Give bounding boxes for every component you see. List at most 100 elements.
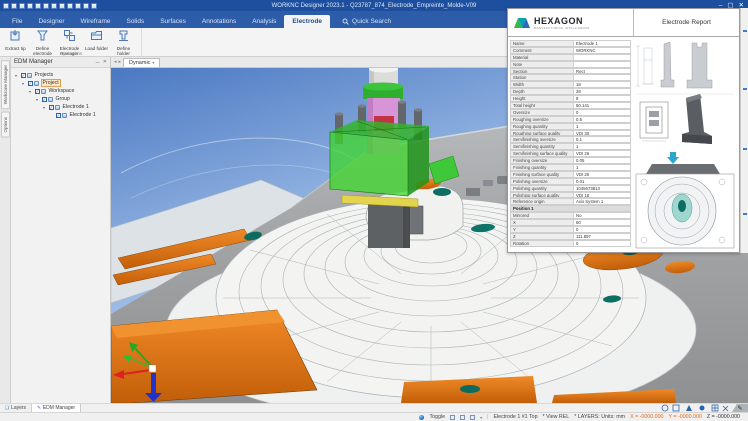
report-row: Y0 <box>510 226 631 233</box>
tree-item-label: Group <box>55 96 71 102</box>
load-folder-button[interactable]: Load folder <box>83 28 110 51</box>
save-icon[interactable] <box>3 3 9 9</box>
snap-axis-icon[interactable] <box>470 415 475 420</box>
tree-expander-icon[interactable]: ▾ <box>22 81 26 86</box>
tree-checkbox[interactable]: ✓ <box>35 89 40 94</box>
tree-expander-icon[interactable]: ▾ <box>15 73 19 78</box>
tree-expander-icon[interactable]: ▾ <box>36 97 40 102</box>
define-electrode-button[interactable]: Define electrode <box>29 28 56 51</box>
tree-item-electrode-1-5[interactable]: ✓Electrode 1 <box>13 111 110 119</box>
report-row-value <box>574 61 631 68</box>
report-row: Finishing surface qualityVDI 20 <box>510 171 631 178</box>
report-row: Z111.897 <box>510 233 631 240</box>
teal-feature[interactable] <box>460 385 480 393</box>
tree-checkbox[interactable]: ✓ <box>21 73 26 78</box>
quick-search-label: Quick Search <box>352 18 391 25</box>
report-row-value: 28 <box>574 88 631 95</box>
report-row-label: Comment <box>510 47 574 54</box>
tab-scroll-left-icon[interactable]: ◂ <box>114 59 117 65</box>
tree-item-electrode-1-4[interactable]: ▾✓Electrode 1 <box>13 103 110 111</box>
tab-annotations[interactable]: Annotations <box>194 15 244 28</box>
report-row-label: Rotation <box>510 240 574 247</box>
sketch-pencil-icon[interactable]: ✎ <box>732 404 748 412</box>
viewport-tab-dynamic[interactable]: Dynamic ▾ <box>123 58 160 67</box>
tree-checkbox[interactable]: ✓ <box>49 105 54 110</box>
search-icon <box>342 18 349 25</box>
view-icon[interactable] <box>75 3 81 9</box>
report-row-value: 111.897 <box>574 233 631 240</box>
bottom-tab-edm-manager[interactable]: ✎EDM Manager <box>32 404 81 412</box>
report-scrollbar[interactable] <box>740 8 748 253</box>
bottom-tab-label: EDM Manager <box>43 405 75 411</box>
tab-electrode[interactable]: Electrode <box>284 15 330 28</box>
new-icon[interactable] <box>27 3 33 9</box>
define-holder-button[interactable]: Define holder <box>110 28 137 51</box>
chevron-down-icon[interactable]: ▾ <box>480 415 482 420</box>
define-electrode-icon <box>36 29 49 47</box>
report-row-label: Mirrored <box>510 212 574 219</box>
report-row-value: 0 <box>574 226 631 233</box>
paste-icon[interactable] <box>59 3 65 9</box>
insert-arrow-icon[interactable] <box>667 152 679 164</box>
worknc-designer-window: WORKNC Designer 2023.1 - Q23787_874_Elec… <box>0 0 748 421</box>
open-icon[interactable] <box>35 3 41 9</box>
report-row-label: Polishing oversize <box>510 178 574 185</box>
redo-icon[interactable] <box>19 3 25 9</box>
quick-search[interactable]: Quick Search <box>336 15 397 28</box>
tree-expander-icon[interactable]: ▾ <box>43 105 47 110</box>
tree-checkbox[interactable]: ✓ <box>56 113 61 118</box>
bottom-tab-layers[interactable]: ❏Layers <box>0 404 32 412</box>
report-row-label: Section <box>510 68 574 75</box>
tab-file[interactable]: File <box>4 15 30 28</box>
edm-panel-title: EDM Manager <box>14 59 53 65</box>
copy-icon[interactable] <box>51 3 57 9</box>
report-row: Material <box>510 54 631 61</box>
close-view-icon <box>723 406 728 411</box>
tree-checkbox[interactable]: ✓ <box>42 97 47 102</box>
toggle-sphere-icon[interactable] <box>419 415 424 420</box>
snap-point-icon[interactable] <box>460 415 465 420</box>
rail-tab-options[interactable]: Options <box>1 112 10 138</box>
report-row: Roughing oversize0.5 <box>510 116 631 123</box>
toggle-label[interactable]: Toggle <box>429 414 445 420</box>
print-icon[interactable] <box>43 3 49 9</box>
bottom-tab-label: Layers <box>11 405 26 411</box>
report-row-label: Y <box>510 226 574 233</box>
tab-surfaces[interactable]: Surfaces <box>152 15 194 28</box>
tab-designer[interactable]: Designer <box>30 15 72 28</box>
tab-scroll-right-icon[interactable]: ▸ <box>119 59 122 65</box>
report-row: Semifinishing surface qualityVDI 26 <box>510 150 631 157</box>
report-section-title: Position 1 <box>510 205 631 212</box>
tree-checkbox[interactable]: ✓ <box>28 81 33 86</box>
rail-tab-workzone-manager[interactable]: Workzone Manager <box>1 60 10 109</box>
layers-icon[interactable] <box>83 3 89 9</box>
viewport-tool-icons[interactable] <box>660 404 730 412</box>
snap-grid-icon[interactable] <box>450 415 455 420</box>
close-icon[interactable]: ✕ <box>103 59 107 65</box>
tab-analysis[interactable]: Analysis <box>244 15 284 28</box>
undo-icon[interactable] <box>11 3 17 9</box>
tree-item-projects-0[interactable]: ▾✓Projects <box>13 71 110 79</box>
report-row-value: VDI 20 <box>574 171 631 178</box>
measure-icon[interactable] <box>67 3 73 9</box>
tree-item-workspace-2[interactable]: ▾✓Workspace <box>13 87 110 95</box>
extract-tip-button[interactable]: Extract tip <box>2 28 29 51</box>
electrode-icon <box>55 105 60 110</box>
chevron-down-icon[interactable]: ▾ <box>152 60 154 65</box>
electrode-manager-button[interactable]: Electrode manager <box>56 28 83 51</box>
report-row: Roughing surface qualityVDI 30 <box>510 130 631 137</box>
report-row-value: 1045673813 <box>574 185 631 192</box>
electrode-iso-view <box>682 94 712 144</box>
up-tool-icon <box>686 405 692 411</box>
brand-subtitle: MANUFACTURING INTELLIGENCE <box>534 26 590 30</box>
pin-icon[interactable]: ⚊ <box>95 59 99 65</box>
tree-item-project-1[interactable]: ▾✓Project <box>13 79 110 87</box>
settings-icon[interactable] <box>91 3 97 9</box>
teal-feature <box>433 188 451 196</box>
report-row-label: Total height <box>510 102 574 109</box>
tree-item-group-3[interactable]: ▾✓ Group <box>13 95 110 103</box>
tab-solids[interactable]: Solids <box>118 15 152 28</box>
electrode-detail-drawing <box>640 102 668 141</box>
tab-wireframe[interactable]: Wireframe <box>73 15 119 28</box>
tree-expander-icon[interactable]: ▾ <box>29 89 33 94</box>
